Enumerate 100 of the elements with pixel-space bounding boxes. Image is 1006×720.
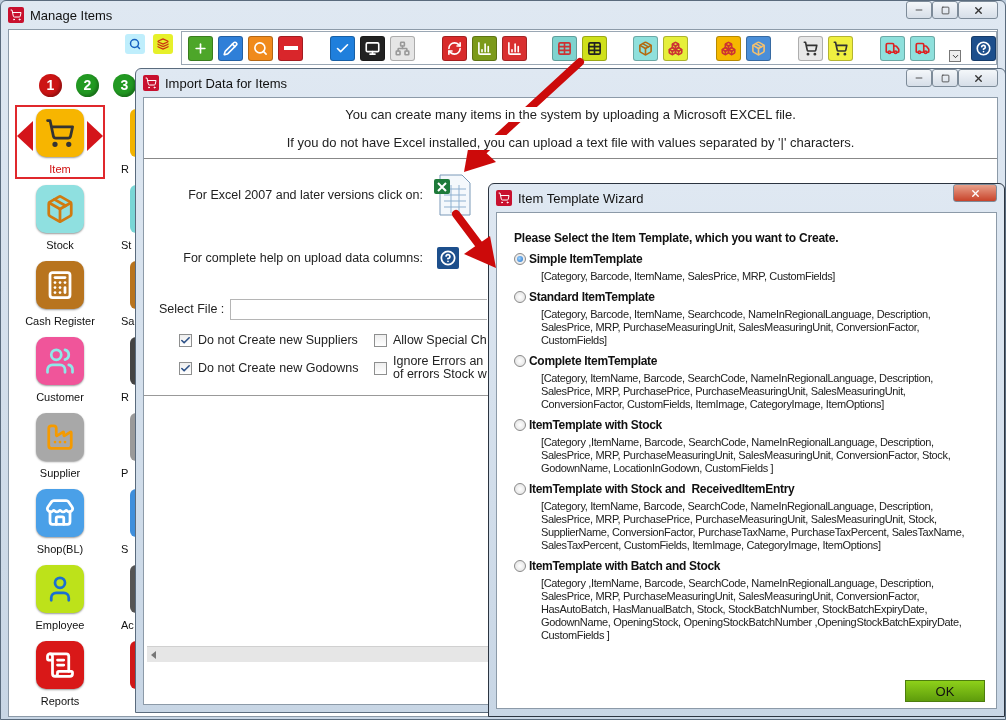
help-button[interactable]	[437, 247, 459, 269]
file-path-field[interactable]	[230, 298, 488, 320]
bar-chart-icon	[507, 40, 522, 56]
intro-text: If you do not have Excel installed, you can upload a text file with values separated by '|' characters.	[286, 134, 855, 150]
right-triangle-icon	[87, 121, 103, 151]
template-name[interactable]: Complete ItemTemplate	[529, 354, 996, 368]
package-icon	[751, 40, 766, 56]
windows-button[interactable]	[153, 34, 173, 54]
minimize-button[interactable]	[906, 1, 932, 19]
template-name[interactable]: ItemTemplate with Batch and Stock	[529, 559, 996, 573]
sidebar-item[interactable]: Employee	[15, 561, 105, 635]
toolbar-button[interactable]	[278, 35, 303, 61]
toolbar-button[interactable]	[582, 35, 607, 61]
minus-icon	[283, 46, 298, 50]
layers-icon	[157, 38, 169, 50]
sidebar-item[interactable]: Supplier	[15, 409, 105, 483]
shop-icon	[45, 498, 75, 528]
close-icon	[972, 4, 984, 16]
step-badge[interactable]: 3	[113, 73, 136, 97]
help-button[interactable]	[971, 35, 996, 61]
toolbar-button[interactable]	[360, 35, 385, 61]
sidebar-label: St	[121, 239, 132, 251]
window-title: Import Data for Items	[165, 75, 289, 91]
template-fields: [Category ,ItemName, Barcode, SearchCode, NameInRegionalLanguage, Description, SalesPrice, MRP, PurchaseMeasuringUnit, SalesMeasuringUnit, ConversionFactor, Stock, GodownName, LocationInGodown, CustomFields ]	[529, 432, 979, 475]
template-radio[interactable]	[514, 419, 526, 431]
option-checkbox[interactable]: Do not Create new Suppliers	[179, 334, 374, 347]
intro-text: You can create many items in the system by uploading a Microsoft EXCEL file.	[345, 106, 796, 122]
cart-icon	[833, 40, 848, 56]
step-badge[interactable]: 2	[76, 73, 99, 97]
sidebar-label: Ac	[121, 619, 134, 631]
sidebar-item[interactable]: Stock	[15, 181, 105, 255]
template-fields: [Category, ItemName, Barcode, SearchCode, NameInRegionalLanguage, Description, SalesPrice, MRP, PurchasePrice, PurchaseMeasuringUnit, SalesMeasuringUnit, Stock, SupplierName, ConversionFactor, PurchaseTaxName, PurchaseTaxPercent, SalesTaxName, SalesTaxPercent, CustomFields, ItemImage, CategoryImage, ItemOptions]	[529, 496, 979, 552]
template-name[interactable]: ItemTemplate with Stock and ReceivedItemEntry	[529, 482, 996, 496]
minimize-button[interactable]	[906, 69, 932, 87]
left-triangle-icon	[17, 121, 33, 151]
search-button[interactable]	[125, 34, 145, 54]
maximize-button[interactable]	[932, 69, 958, 87]
overflow-button[interactable]	[949, 50, 961, 62]
sidebar-item[interactable]: Item	[15, 105, 105, 179]
refresh-icon	[447, 40, 462, 56]
toolbar-button[interactable]	[218, 35, 243, 61]
help-icon	[976, 40, 991, 56]
template-radio[interactable]	[514, 560, 526, 572]
template-fields: [Category, ItemName, Barcode, SearchCode, NameInRegionalLanguage, Description, SalesPrice, MRP, PurchasePrice, PurchaseMeasuringUnit, SalesMeasuringUnit, ConversionFactor, CustomFields, ItemImage, CategoryImage, ItemOptions]	[529, 368, 979, 411]
truck-icon	[915, 40, 930, 56]
help-prompt: For complete help on upload data columns:	[182, 251, 423, 265]
template-name[interactable]: Standard ItemTemplate	[529, 290, 996, 304]
checkmark-icon	[180, 362, 191, 374]
template-name[interactable]: ItemTemplate with Stock	[529, 418, 996, 432]
close-button[interactable]	[958, 1, 998, 19]
toolbar-button[interactable]	[442, 35, 467, 61]
cart-icon	[45, 118, 75, 148]
ok-button[interactable]: OK	[905, 680, 985, 702]
excel-button[interactable]	[432, 173, 472, 217]
close-button[interactable]	[953, 184, 997, 202]
template-radio[interactable]	[514, 355, 526, 367]
toolbar-button[interactable]	[330, 35, 355, 61]
template-radio[interactable]	[514, 253, 526, 265]
select-file-label: Select File :	[159, 302, 225, 316]
scroll-icon	[45, 650, 75, 680]
template-name[interactable]: Simple ItemTemplate	[529, 252, 996, 266]
app-logo-icon	[8, 7, 24, 23]
maximize-button[interactable]	[932, 1, 958, 19]
sidebar-item[interactable]: Customer	[15, 333, 105, 407]
sidebar-item[interactable]: Reports	[15, 637, 105, 711]
option-checkbox[interactable]: Do not Create new Godowns	[179, 361, 374, 375]
help-icon	[440, 250, 456, 266]
search-icon	[253, 40, 268, 56]
app-logo-icon	[143, 75, 159, 91]
truck-icon	[885, 40, 900, 56]
wizard-heading: Please Select the Item Template, which you want to Create.	[514, 231, 840, 245]
window-title: Item Template Wizard	[518, 190, 645, 206]
sidebar-item[interactable]: Cash Register	[15, 257, 105, 331]
boxes-icon	[668, 40, 683, 56]
people-icon	[45, 346, 75, 376]
close-button[interactable]	[958, 69, 998, 87]
table-icon	[557, 40, 572, 56]
toolbar-button[interactable]	[502, 35, 527, 61]
left-arrow-icon[interactable]	[151, 650, 156, 659]
step-badge[interactable]: 1	[39, 73, 62, 97]
hierarchy-icon	[395, 40, 410, 56]
maximize-icon	[940, 73, 950, 83]
toolbar-button[interactable]	[828, 35, 853, 61]
boxes-icon	[721, 40, 736, 56]
maximize-icon	[940, 5, 950, 15]
template-radio[interactable]	[514, 483, 526, 495]
sidebar-label: Sa	[121, 315, 135, 327]
app-logo-icon	[496, 190, 512, 206]
sidebar-label: R	[121, 163, 129, 175]
close-icon	[972, 72, 984, 84]
package-icon	[638, 40, 653, 56]
window-title: Manage Items	[30, 7, 114, 23]
cart-icon	[803, 40, 818, 56]
toolbar-button[interactable]	[798, 35, 823, 61]
spreadsheet-icon	[432, 173, 472, 217]
sidebar-label: R	[121, 391, 129, 403]
sidebar-item[interactable]: Shop(BL)	[15, 485, 105, 559]
excel-prompt: For Excel 2007 and later versions click on:	[187, 188, 423, 202]
template-fields: [Category, Barcode, ItemName, SalesPrice, MRP, CustomFields]	[529, 266, 979, 283]
template-radio[interactable]	[514, 291, 526, 303]
